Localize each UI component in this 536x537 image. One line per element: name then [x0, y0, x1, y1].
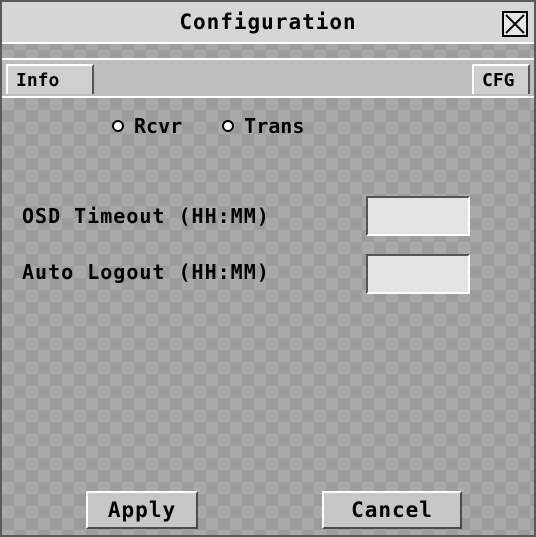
radio-rcvr-label: Rcvr	[134, 114, 183, 138]
radio-trans-label: Trans	[244, 114, 305, 138]
apply-button[interactable]: Apply	[86, 491, 198, 529]
title-bar: Configuration	[2, 2, 534, 44]
window-title: Configuration	[179, 10, 357, 34]
radio-rcvr[interactable]: Rcvr	[112, 114, 182, 138]
tab-info[interactable]: Info	[6, 64, 94, 94]
cancel-button[interactable]: Cancel	[322, 491, 462, 529]
osd-timeout-field[interactable]	[366, 196, 470, 236]
tab-bar: Info CFG	[2, 58, 534, 98]
close-icon	[505, 14, 525, 34]
configuration-window: Configuration Info CFG Rcvr Trans OSD Ti…	[0, 0, 536, 537]
radio-trans-circle[interactable]	[222, 120, 235, 132]
tab-cfg[interactable]: CFG	[472, 64, 530, 94]
auto-logout-label: Auto Logout (HH:MM)	[22, 260, 270, 284]
close-button[interactable]	[502, 11, 528, 37]
mode-radio-group: Rcvr Trans	[112, 114, 304, 138]
auto-logout-field[interactable]	[366, 254, 470, 294]
radio-rcvr-circle[interactable]	[112, 120, 124, 132]
osd-timeout-label: OSD Timeout (HH:MM)	[22, 204, 270, 228]
radio-trans[interactable]: Trans	[222, 114, 304, 138]
